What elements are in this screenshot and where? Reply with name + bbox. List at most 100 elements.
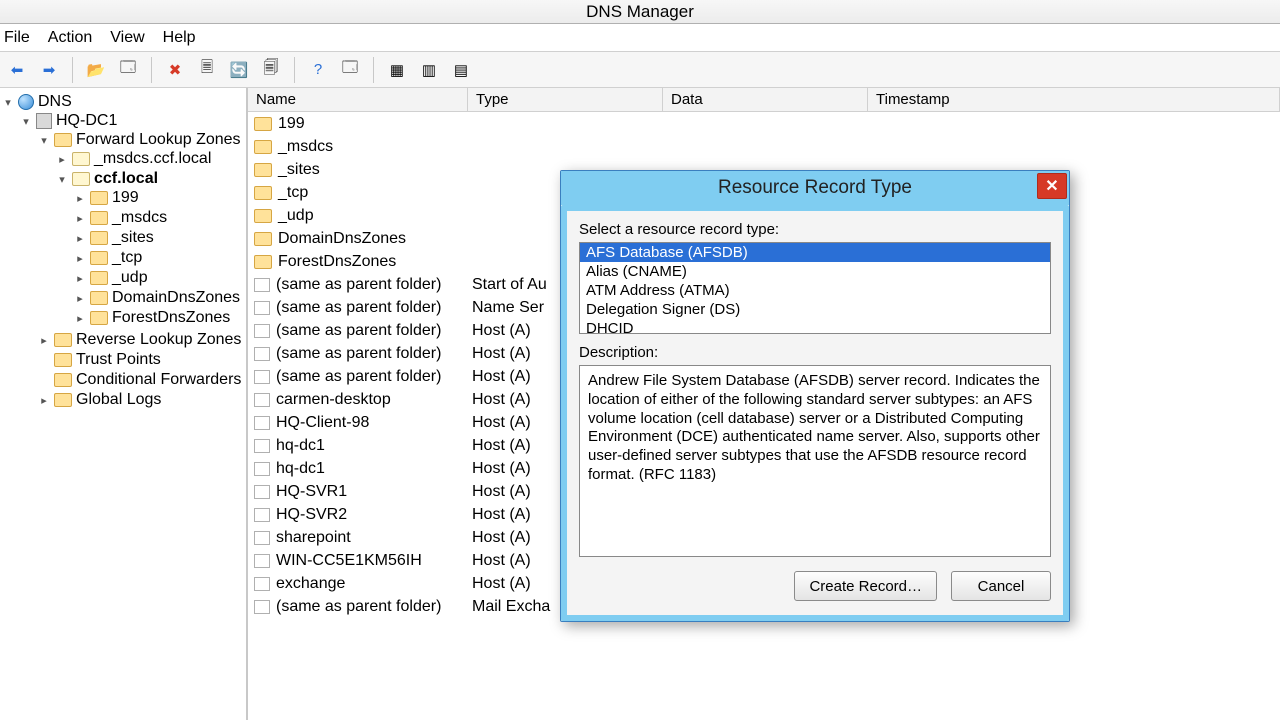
folder-icon [254, 163, 272, 177]
expander-icon[interactable]: ▸ [74, 232, 86, 244]
expander-icon[interactable]: ▸ [74, 212, 86, 224]
expander-icon[interactable]: ▸ [74, 252, 86, 264]
tree-cf[interactable]: Conditional Forwarders [76, 371, 241, 389]
up-icon[interactable]: 📂 [83, 57, 109, 83]
delete-icon[interactable]: ✖ [162, 57, 188, 83]
expander-icon[interactable]: ▸ [74, 272, 86, 284]
tree-subfolder[interactable]: ForestDnsZones [112, 309, 230, 327]
tree-zone[interactable]: _msdcs.ccf.local [94, 150, 211, 168]
show-hide-icon[interactable]: 🗔 [115, 57, 141, 83]
row-name: WIN-CC5E1KM56IH [276, 552, 422, 570]
record-type-item[interactable]: AFS Database (AFSDB) [580, 243, 1050, 262]
tree-rlz[interactable]: Reverse Lookup Zones [76, 331, 241, 349]
expander-icon[interactable]: ▸ [74, 312, 86, 324]
record-icon [254, 278, 270, 292]
row-name: carmen-desktop [276, 391, 391, 409]
folder-icon [90, 311, 108, 325]
expander-icon[interactable]: ▾ [38, 134, 50, 146]
record-type-item[interactable]: ATM Address (ATMA) [580, 281, 1050, 300]
export-icon[interactable]: 🗐 [258, 57, 284, 83]
menu-action[interactable]: Action [48, 29, 92, 47]
row-name: (same as parent folder) [276, 345, 441, 363]
toolbar-separator [151, 57, 152, 83]
description-box[interactable]: Andrew File System Database (AFSDB) serv… [579, 365, 1051, 557]
row-type: Host (A) [472, 575, 531, 592]
column-type[interactable]: Type [468, 88, 663, 111]
close-icon[interactable]: ✕ [1037, 173, 1067, 199]
spacer [38, 354, 50, 366]
forward-icon[interactable]: ➡ [36, 57, 62, 83]
tree-subfolder[interactable]: _msdcs [112, 209, 167, 227]
folder-icon [54, 393, 72, 407]
record-type-item[interactable]: DHCID [580, 319, 1050, 334]
dialog-titlebar[interactable]: Resource Record Type ✕ [561, 171, 1069, 205]
expander-icon[interactable]: ▸ [38, 394, 50, 406]
tree-flz[interactable]: Forward Lookup Zones [76, 131, 241, 149]
column-data[interactable]: Data [663, 88, 868, 111]
toolbar-separator [373, 57, 374, 83]
action-icon[interactable]: ▥ [416, 57, 442, 83]
cancel-button[interactable]: Cancel [951, 571, 1051, 601]
row-name: (same as parent folder) [276, 598, 441, 616]
menu-view[interactable]: View [110, 29, 144, 47]
tree-subfolder[interactable]: _sites [112, 229, 154, 247]
menu-help[interactable]: Help [163, 29, 196, 47]
resource-record-type-dialog: Resource Record Type ✕ Select a resource… [560, 170, 1070, 622]
menu-file[interactable]: File [4, 29, 30, 47]
expander-icon[interactable]: ▸ [56, 153, 68, 165]
record-icon [254, 393, 270, 407]
record-icon [254, 301, 270, 315]
tree-subfolder[interactable]: _udp [112, 269, 148, 287]
tree-subfolder[interactable]: 199 [112, 189, 139, 207]
tree-subfolder[interactable]: _tcp [112, 249, 142, 267]
list-row[interactable]: 199 [248, 112, 1280, 135]
record-type-item[interactable]: Delegation Signer (DS) [580, 300, 1050, 319]
row-name: _tcp [278, 184, 308, 202]
tree-gl[interactable]: Global Logs [76, 391, 161, 409]
record-icon [254, 554, 270, 568]
expander-icon[interactable]: ▸ [74, 192, 86, 204]
tree-root[interactable]: DNS [38, 93, 72, 111]
row-type: Name Ser [472, 299, 544, 316]
record-type-item[interactable]: Alias (CNAME) [580, 262, 1050, 281]
zone-icon [72, 152, 90, 166]
toolbar: ⬅ ➡ 📂 🗔 ✖ 🗏 🔄 🗐 ? 🗔 ▦ ▥ ▤ [0, 52, 1280, 88]
tree-tp[interactable]: Trust Points [76, 351, 161, 369]
row-name: 199 [278, 115, 305, 133]
expander-icon[interactable]: ▾ [2, 96, 14, 108]
folder-icon [254, 140, 272, 154]
console-tree[interactable]: ▾ DNS ▾ HQ-DC1 ▾ [0, 88, 248, 720]
refresh-icon[interactable]: 🔄 [226, 57, 252, 83]
record-icon [254, 462, 270, 476]
action-icon[interactable]: ▤ [448, 57, 474, 83]
expander-icon[interactable]: ▾ [20, 115, 32, 127]
dns-root-icon [18, 94, 34, 110]
window-title: DNS Manager [586, 2, 694, 22]
expander-icon[interactable]: ▸ [38, 334, 50, 346]
row-type: Host (A) [472, 460, 531, 477]
properties-icon[interactable]: 🗔 [337, 57, 363, 83]
folder-icon [254, 255, 272, 269]
folder-icon [54, 353, 72, 367]
spacer [38, 374, 50, 386]
help-icon[interactable]: ? [305, 57, 331, 83]
column-timestamp[interactable]: Timestamp [868, 88, 1280, 111]
column-name[interactable]: Name [248, 88, 468, 111]
create-record-button[interactable]: Create Record… [794, 571, 937, 601]
expander-icon[interactable]: ▾ [56, 173, 68, 185]
select-label: Select a resource record type: [579, 221, 1051, 238]
tree-server[interactable]: HQ-DC1 [56, 112, 117, 130]
action-icon[interactable]: ▦ [384, 57, 410, 83]
list-row[interactable]: _msdcs [248, 135, 1280, 158]
tree-subfolder[interactable]: DomainDnsZones [112, 289, 240, 307]
record-icon [254, 347, 270, 361]
back-icon[interactable]: ⬅ [4, 57, 30, 83]
toolbar-separator [72, 57, 73, 83]
new-window-icon[interactable]: 🗏 [194, 57, 220, 83]
row-type: Host (A) [472, 437, 531, 454]
tree-zone-selected[interactable]: ccf.local [94, 170, 158, 188]
expander-icon[interactable]: ▸ [74, 292, 86, 304]
record-type-list[interactable]: AFS Database (AFSDB)Alias (CNAME)ATM Add… [579, 242, 1051, 334]
folder-icon [254, 232, 272, 246]
folder-icon [254, 186, 272, 200]
